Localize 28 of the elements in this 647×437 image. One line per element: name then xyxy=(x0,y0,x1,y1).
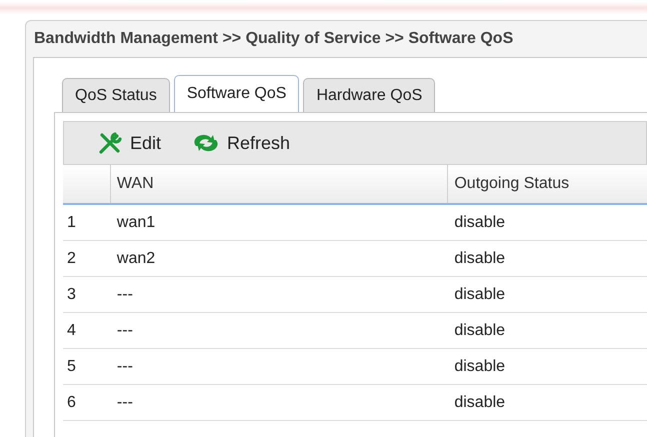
refresh-icon xyxy=(193,134,220,152)
row-number: 6 xyxy=(66,392,77,412)
tools-icon xyxy=(98,132,122,154)
table-cell-text: wan2 xyxy=(116,248,156,268)
tab[interactable]: Software QoS xyxy=(174,75,300,112)
row-number: 1 xyxy=(66,212,77,232)
table-cell-text: --- xyxy=(116,284,134,304)
table-cell-text: disable xyxy=(453,392,506,412)
row-number: 2 xyxy=(66,248,77,268)
table-cell-text: disable xyxy=(453,248,506,268)
breadcrumb-title: Bandwidth Management >> Quality of Service >> Software QoS xyxy=(33,29,514,49)
table-cell-text: disable xyxy=(453,212,506,232)
refresh-button[interactable]: Refresh xyxy=(193,130,290,156)
column-header: Outgoing Status xyxy=(453,174,570,194)
table-cell-text: disable xyxy=(453,284,506,304)
table-cell-text: disable xyxy=(453,320,506,340)
table-cell-text: --- xyxy=(116,320,134,340)
column-header: WAN xyxy=(110,165,448,203)
tab[interactable]: QoS Status xyxy=(62,78,170,112)
row-number: 4 xyxy=(66,320,77,340)
tab[interactable]: Hardware QoS xyxy=(303,78,436,112)
edit-button[interactable]: Edit xyxy=(98,130,162,156)
table-cell-text: --- xyxy=(116,356,134,376)
table-cell-text: disable xyxy=(453,356,506,376)
row-number: 5 xyxy=(66,356,77,376)
row-number: 3 xyxy=(66,284,77,304)
table-cell-text: wan1 xyxy=(116,212,156,232)
table-cell-text: --- xyxy=(116,392,134,412)
